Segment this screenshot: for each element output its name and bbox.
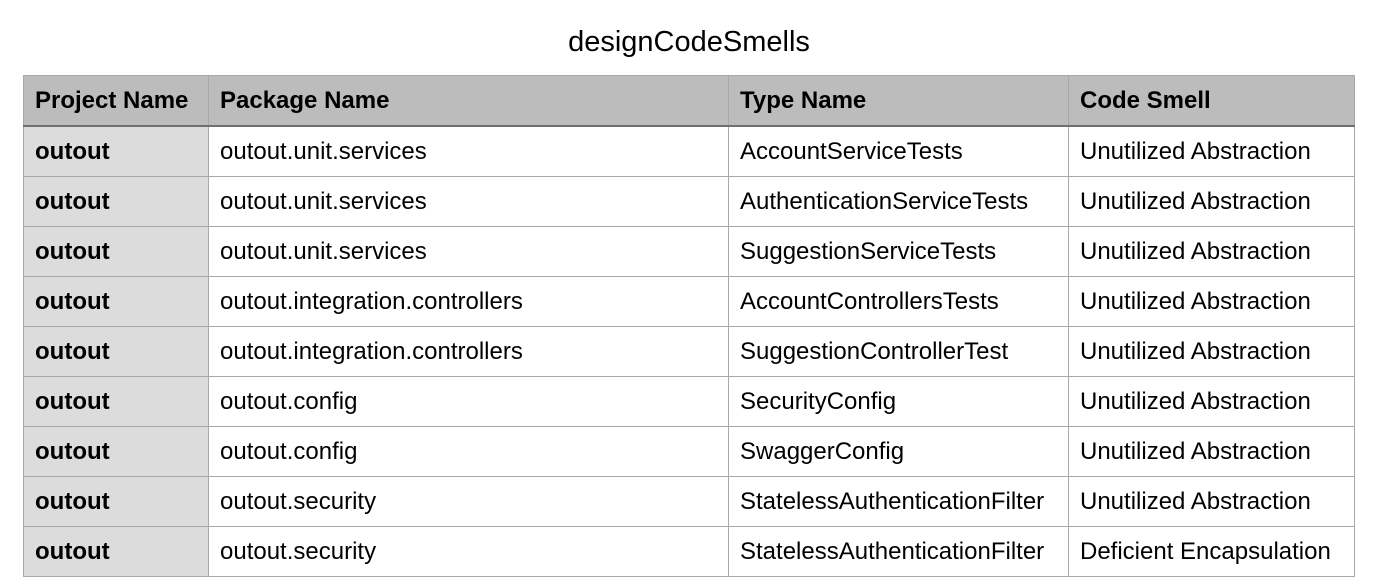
cell-project-name[interactable]: outout bbox=[23, 125, 209, 177]
table-row: outout outout.integration.controllers Su… bbox=[23, 326, 1355, 377]
cell-project-name[interactable]: outout bbox=[23, 176, 209, 227]
cell-package-name[interactable]: outout.unit.services bbox=[208, 125, 729, 177]
cell-type-name[interactable]: AuthenticationServiceTests bbox=[728, 176, 1069, 227]
table-row: outout outout.config SwaggerConfig Unuti… bbox=[23, 426, 1355, 477]
cell-type-name[interactable]: AccountServiceTests bbox=[728, 125, 1069, 177]
cell-project-name[interactable]: outout bbox=[23, 276, 209, 327]
cell-code-smell[interactable]: Deficient Encapsulation bbox=[1068, 526, 1355, 577]
table-row: outout outout.unit.services AccountServi… bbox=[23, 125, 1355, 177]
cell-package-name[interactable]: outout.config bbox=[208, 426, 729, 477]
cell-type-name[interactable]: SecurityConfig bbox=[728, 376, 1069, 427]
cell-type-name[interactable]: StatelessAuthenticationFilter bbox=[728, 526, 1069, 577]
header-package-name[interactable]: Package Name bbox=[208, 75, 729, 127]
cell-type-name[interactable]: SuggestionControllerTest bbox=[728, 326, 1069, 377]
cell-code-smell[interactable]: Unutilized Abstraction bbox=[1068, 276, 1355, 327]
table-row: outout outout.config SecurityConfig Unut… bbox=[23, 376, 1355, 427]
cell-project-name[interactable]: outout bbox=[23, 526, 209, 577]
cell-package-name[interactable]: outout.integration.controllers bbox=[208, 276, 729, 327]
table-row: outout outout.integration.controllers Ac… bbox=[23, 276, 1355, 327]
header-code-smell[interactable]: Code Smell bbox=[1068, 75, 1355, 127]
cell-code-smell[interactable]: Unutilized Abstraction bbox=[1068, 176, 1355, 227]
cell-project-name[interactable]: outout bbox=[23, 426, 209, 477]
cell-package-name[interactable]: outout.security bbox=[208, 476, 729, 527]
cell-project-name[interactable]: outout bbox=[23, 226, 209, 277]
cell-package-name[interactable]: outout.security bbox=[208, 526, 729, 577]
sheet-title: designCodeSmells bbox=[568, 26, 810, 58]
cell-code-smell[interactable]: Unutilized Abstraction bbox=[1068, 226, 1355, 277]
cell-package-name[interactable]: outout.unit.services bbox=[208, 176, 729, 227]
table-row: outout outout.security StatelessAuthenti… bbox=[23, 476, 1355, 527]
cell-code-smell[interactable]: Unutilized Abstraction bbox=[1068, 326, 1355, 377]
cell-type-name[interactable]: SuggestionServiceTests bbox=[728, 226, 1069, 277]
code-smells-table: Project Name Package Name Type Name Code… bbox=[23, 75, 1355, 577]
cell-type-name[interactable]: StatelessAuthenticationFilter bbox=[728, 476, 1069, 527]
cell-project-name[interactable]: outout bbox=[23, 476, 209, 527]
cell-code-smell[interactable]: Unutilized Abstraction bbox=[1068, 376, 1355, 427]
header-row: Project Name Package Name Type Name Code… bbox=[23, 75, 1355, 127]
cell-code-smell[interactable]: Unutilized Abstraction bbox=[1068, 426, 1355, 477]
header-type-name[interactable]: Type Name bbox=[728, 75, 1069, 127]
cell-package-name[interactable]: outout.config bbox=[208, 376, 729, 427]
header-project-name[interactable]: Project Name bbox=[23, 75, 209, 127]
table-row: outout outout.unit.services Authenticati… bbox=[23, 176, 1355, 227]
cell-type-name[interactable]: SwaggerConfig bbox=[728, 426, 1069, 477]
cell-code-smell[interactable]: Unutilized Abstraction bbox=[1068, 125, 1355, 177]
table-row: outout outout.security StatelessAuthenti… bbox=[23, 526, 1355, 577]
cell-project-name[interactable]: outout bbox=[23, 376, 209, 427]
cell-project-name[interactable]: outout bbox=[23, 326, 209, 377]
table-row: outout outout.unit.services SuggestionSe… bbox=[23, 226, 1355, 277]
cell-code-smell[interactable]: Unutilized Abstraction bbox=[1068, 476, 1355, 527]
cell-type-name[interactable]: AccountControllersTests bbox=[728, 276, 1069, 327]
cell-package-name[interactable]: outout.integration.controllers bbox=[208, 326, 729, 377]
cell-package-name[interactable]: outout.unit.services bbox=[208, 226, 729, 277]
